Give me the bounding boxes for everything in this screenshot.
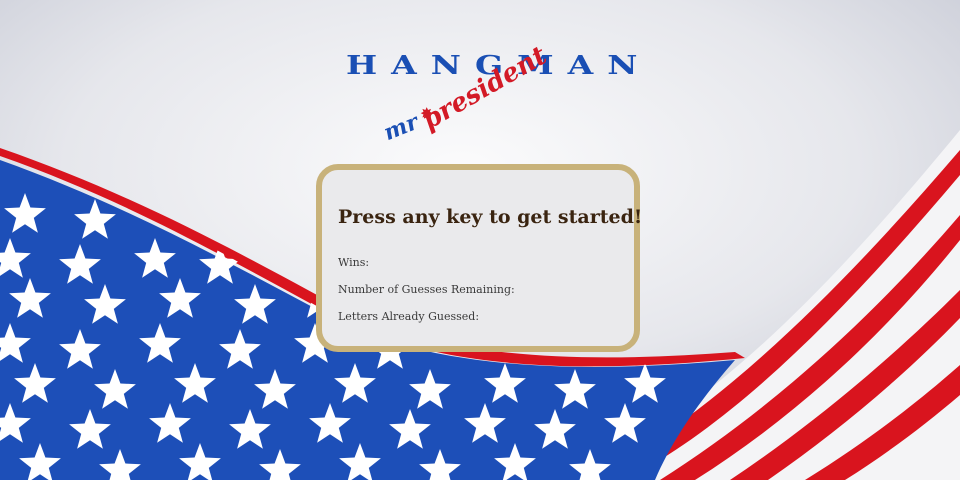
letters-guessed-label: Letters Already Guessed: [338, 310, 480, 323]
hangman-logo: HANGMAN mr ✸ president [340, 40, 637, 150]
letters-guessed-stat: Letters Already Guessed: [338, 310, 483, 323]
guesses-remaining-stat: Number of Guesses Remaining: [338, 283, 519, 296]
wins-label: Wins: [338, 256, 370, 269]
guesses-remaining-label: Number of Guesses Remaining: [338, 283, 515, 296]
wins-stat: Wins: [338, 256, 373, 269]
start-prompt: Press any key to get started! [338, 206, 643, 228]
logo-mr-text: mr [380, 108, 423, 147]
game-status-card: Press any key to get started! Wins: Numb… [316, 164, 643, 352]
